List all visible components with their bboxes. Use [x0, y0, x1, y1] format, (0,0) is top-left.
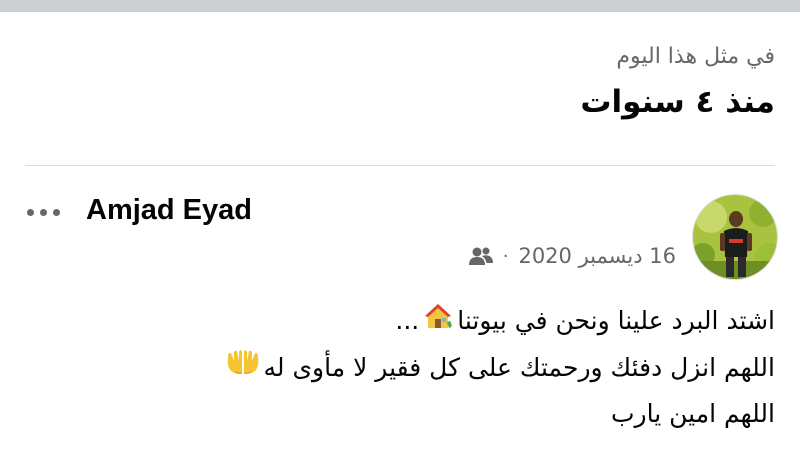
- post-line-2: اللهم انزل دفئك ورحمتك على كل فقير لا مأ…: [15, 345, 775, 392]
- post-line-1-suffix: ...: [395, 306, 420, 335]
- post-meta: · 16 ديسمبر 2020: [468, 244, 676, 268]
- house-emoji: [423, 300, 453, 345]
- meta-separator: ·: [502, 245, 509, 267]
- more-options-icon: [26, 208, 34, 216]
- memory-label: في مثل هذا اليوم: [616, 44, 775, 69]
- memory-title: منذ ٤ سنوات: [580, 84, 775, 120]
- avatar[interactable]: [692, 194, 778, 280]
- friends-icon[interactable]: [468, 245, 493, 267]
- post-author-name[interactable]: Amjad Eyad: [86, 194, 252, 227]
- avatar-photo: [693, 195, 777, 279]
- post-line-2-text: اللهم انزل دفئك ورحمتك على كل فقير لا مأ…: [263, 352, 775, 382]
- post-text: اشتد البرد علينا ونحن في بيوتنا ... الله…: [15, 298, 775, 436]
- more-options-button[interactable]: [18, 197, 68, 227]
- post-date[interactable]: 16 ديسمبر 2020: [518, 244, 676, 268]
- top-strip: [0, 0, 800, 12]
- post-line-1-text: اشتد البرد علينا ونحن في بيوتنا: [457, 306, 775, 335]
- post-line-1: اشتد البرد علينا ونحن في بيوتنا ...: [15, 298, 775, 345]
- palms-up-together-emoji: [226, 346, 260, 391]
- post-line-3: اللهم امين يارب: [611, 399, 775, 428]
- divider: [25, 165, 775, 166]
